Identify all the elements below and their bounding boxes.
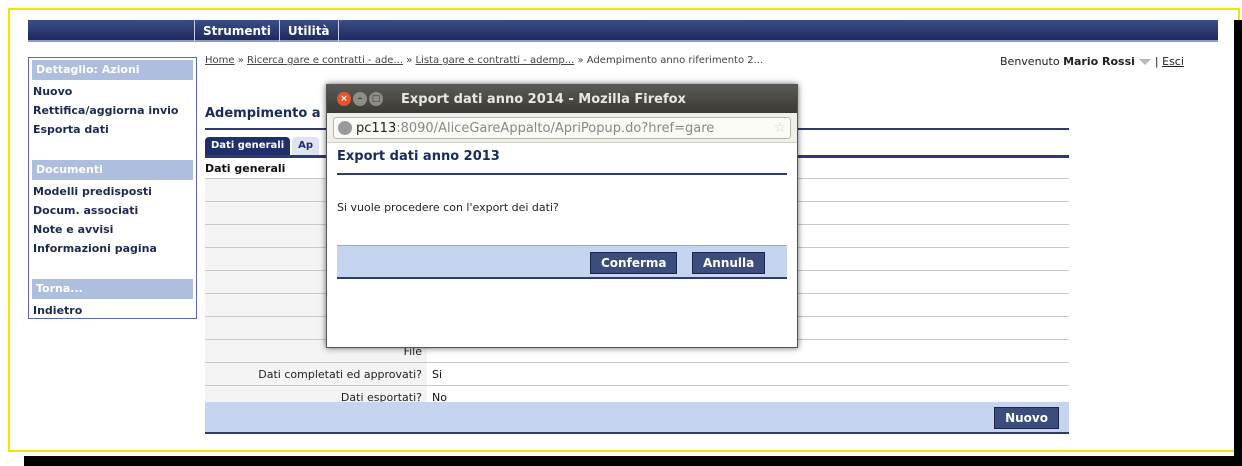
welcome-prefix: Benvenuto [1000,55,1060,68]
top-menu: Strumenti Utilità [194,20,339,42]
breadcrumb-separator: » [237,55,244,66]
breadcrumb-ricerca-link[interactable]: Ricerca gare e contratti - ade... [247,55,403,66]
menu-utilita[interactable]: Utilità [278,20,339,42]
form-footer-bar: Nuovo [205,402,1069,434]
export-divider [337,173,787,175]
sidebar-item-docum-associati[interactable]: Docum. associati [29,201,196,220]
url-field[interactable]: pc113:8090/AliceGareAppalto/ApriPopup.do… [333,117,791,139]
section-title: Dati generali [205,162,286,175]
breadcrumb-home-link[interactable]: Home [205,55,235,66]
top-menu-bar: Strumenti Utilità [28,20,1218,42]
breadcrumb: Home » Ricerca gare e contratti - ade...… [205,54,815,67]
sidebar-item-indietro[interactable]: Indietro [29,301,196,320]
export-heading: Export dati anno 2013 [337,149,500,164]
welcome-separator: | [1154,55,1159,68]
sidebar-item-esporta[interactable]: Esporta dati [29,120,196,139]
popup-titlebar: × – □ Export dati anno 2014 - Mozilla Fi… [327,85,797,113]
breadcrumb-lista-link[interactable]: Lista gare e contratti - ademp... [416,55,575,66]
sidebar-heading-torna: Torna... [32,279,193,299]
url-path: :8090/AliceGareAppalto/ApriPopup.do?href… [396,120,715,136]
popup-body: Export dati anno 2013 Si vuole procedere… [337,145,787,214]
minimize-icon[interactable]: – [353,92,367,106]
tab-dati-generali[interactable]: Dati generali [205,137,291,155]
url-host: pc113 [356,120,397,136]
maximize-icon[interactable]: □ [369,92,383,106]
bookmark-star-icon[interactable]: ☆ [773,120,786,136]
sidebar: Dettaglio: Azioni Nuovo Rettifica/aggior… [28,57,197,319]
export-popup-window: × – □ Export dati anno 2014 - Mozilla Fi… [326,84,798,348]
sidebar-item-note-avvisi[interactable]: Note e avvisi [29,220,196,239]
breadcrumb-separator: » [406,55,413,66]
sidebar-item-nuovo[interactable]: Nuovo [29,82,196,101]
export-question: Si vuole procedere con l'export dei dati… [337,201,559,214]
tab-bar: Dati generali Ap [205,137,321,155]
nuovo-button[interactable]: Nuovo [994,407,1059,429]
popup-url-bar: pc113:8090/AliceGareAppalto/ApriPopup.do… [327,113,797,143]
popup-button-bar: Conferma Annulla [337,245,787,279]
page-title: Adempimento a [205,106,321,121]
sidebar-item-modelli[interactable]: Modelli predisposti [29,182,196,201]
conferma-button[interactable]: Conferma [590,252,678,274]
window-shadow-right [1234,20,1242,466]
form-label: Dati completati ed approvati? [205,362,427,386]
window-shadow-bottom [24,456,1242,466]
welcome-area: Benvenuto Mario Rossi | Esci [1000,55,1184,68]
breadcrumb-current: Adempimento anno riferimento 2... [586,55,764,66]
sidebar-item-rettifica[interactable]: Rettifica/aggiorna invio [29,101,196,120]
annulla-button[interactable]: Annulla [692,252,766,274]
breadcrumb-separator: » [577,55,584,66]
menu-strumenti[interactable]: Strumenti [194,20,279,42]
close-icon[interactable]: × [337,92,351,106]
tab-ap[interactable]: Ap [292,137,320,155]
sidebar-heading-azioni: Dettaglio: Azioni [32,60,193,80]
sidebar-heading-documenti: Documenti [32,160,193,180]
user-name: Mario Rossi [1063,55,1135,68]
form-row: Dati completati ed approvati? Si [205,362,1069,386]
globe-icon [338,121,352,135]
logout-link[interactable]: Esci [1162,55,1184,68]
user-menu-chevron-down-icon[interactable] [1138,59,1151,65]
sidebar-item-informazioni[interactable]: Informazioni pagina [29,239,196,258]
popup-window-title: Export dati anno 2014 - Mozilla Firefox [401,91,686,107]
form-value: Si [427,362,1069,386]
